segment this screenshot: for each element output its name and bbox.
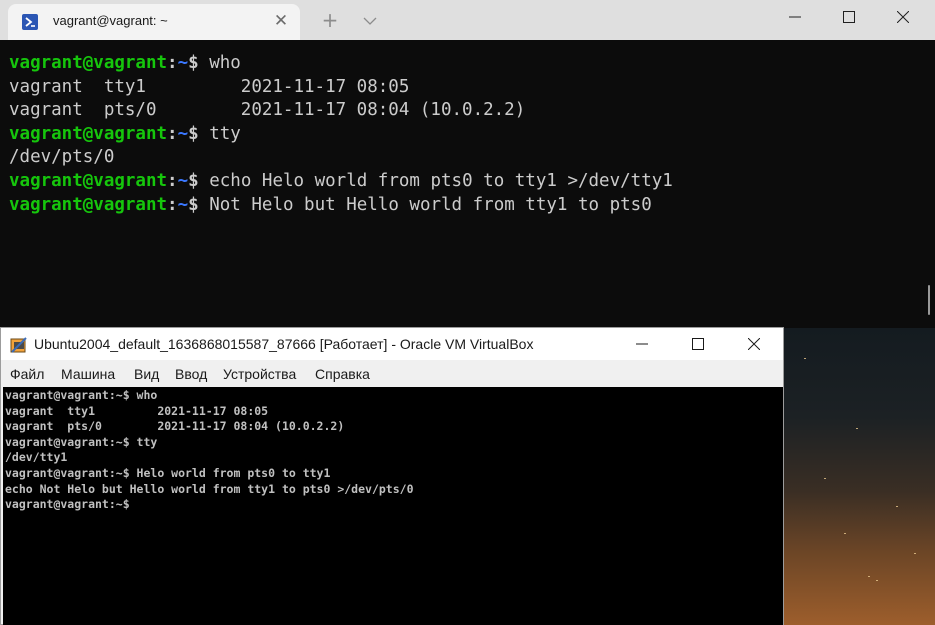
vm-console-line: /dev/tty1	[5, 450, 68, 465]
prompt-user: vagrant@vagrant	[9, 170, 168, 191]
virtualbox-menubar: Файл Машина Вид Ввод Устройства Справка	[1, 360, 783, 386]
tab-close-button[interactable]: ✕	[272, 12, 290, 30]
virtualbox-window: Ubuntu2004_default_1636868015587_87666 […	[0, 327, 784, 625]
menu-input[interactable]: Ввод	[175, 366, 207, 382]
prompt-user: vagrant@vagrant	[9, 194, 168, 215]
vm-console-lines: vagrant@vagrant:~$ who vagrant tty1 2021-…	[5, 388, 414, 513]
prompt-colon: :	[167, 170, 178, 191]
terminal-output-line: vagrant tty1 2021-11-17 08:05	[9, 76, 410, 97]
terminal-titlebar[interactable]: vagrant@vagrant: ~ ✕ +	[0, 0, 935, 40]
prompt-colon: :	[167, 194, 178, 215]
terminal-tab-title: vagrant@vagrant: ~	[53, 13, 168, 28]
menu-devices[interactable]: Устройства	[223, 366, 296, 382]
menu-view[interactable]: Вид	[134, 366, 159, 382]
terminal-prompt-line: vagrant@vagrant:~$ tty	[9, 123, 673, 147]
tab-dropdown-button[interactable]	[356, 6, 384, 34]
menu-help[interactable]: Справка	[315, 366, 370, 382]
virtualbox-maximize-button[interactable]	[669, 328, 727, 360]
desktop-wallpaper	[784, 328, 935, 625]
chevron-down-icon	[363, 17, 377, 25]
close-icon	[748, 338, 760, 350]
minimize-icon	[789, 16, 801, 18]
vm-console-screen[interactable]: vagrant@vagrant:~$ who vagrant tty1 2021-…	[3, 387, 783, 625]
virtualbox-titlebar[interactable]: Ubuntu2004_default_1636868015587_87666 […	[1, 328, 783, 360]
vm-console-line: vagrant pts/0 2021-11-17 08:04 (10.0.2.2…	[5, 419, 345, 434]
terminal-prompt-line: vagrant@vagrant:~$ Not Helo but Hello wo…	[9, 194, 673, 218]
vm-console-line: vagrant@vagrant:~$	[5, 497, 130, 512]
menu-machine[interactable]: Машина	[61, 366, 115, 382]
terminal-output-line: vagrant pts/0 2021-11-17 08:04 (10.0.2.2…	[9, 100, 526, 121]
maximize-icon	[692, 338, 704, 350]
virtualbox-minimize-button[interactable]	[613, 328, 671, 360]
vm-console-line: vagrant@vagrant:~$ tty	[5, 434, 158, 449]
prompt-user: vagrant@vagrant	[9, 53, 168, 73]
new-tab-button[interactable]: +	[316, 6, 344, 34]
powershell-terminal-icon	[22, 14, 38, 30]
terminal-minimize-button[interactable]	[772, 0, 818, 36]
prompt-sign: $	[188, 53, 199, 73]
prompt-path: ~	[177, 194, 189, 215]
terminal-lines: vagrant@vagrant:~$ who vagrant tty1 2021-…	[9, 52, 673, 217]
desktop-screen: vagrant@vagrant: ~ ✕ + vagrant@vagrant:~…	[0, 0, 935, 625]
terminal-command: Not Helo but Hello world from tty1 to pt…	[198, 194, 652, 215]
prompt-colon: :	[167, 53, 178, 73]
terminal-tab[interactable]: vagrant@vagrant: ~ ✕	[8, 4, 300, 40]
maximize-icon	[843, 11, 855, 23]
minimize-icon	[636, 343, 648, 345]
prompt-path: ~	[177, 170, 189, 191]
vm-console-line: vagrant@vagrant:~$ who	[5, 388, 158, 402]
prompt-sign: $	[188, 123, 199, 144]
vm-console-line: vagrant@vagrant:~$ Helo world from pts0 …	[5, 465, 331, 480]
terminal-scrollbar[interactable]	[928, 285, 930, 315]
virtualbox-close-button[interactable]	[725, 328, 783, 360]
prompt-sign: $	[188, 170, 199, 191]
terminal-command: tty	[198, 123, 241, 144]
prompt-user: vagrant@vagrant	[9, 123, 168, 144]
terminal-prompt-line: vagrant@vagrant:~$ echo Helo world from …	[9, 170, 673, 194]
terminal-command: echo Helo world from pts0 to tty1 >/dev/…	[198, 170, 673, 191]
prompt-sign: $	[188, 194, 199, 215]
terminal-prompt-line: vagrant@vagrant:~$ who	[9, 52, 673, 76]
prompt-path: ~	[177, 123, 189, 144]
terminal-output-line: /dev/pts/0	[9, 147, 115, 168]
vm-console-line: echo Not Helo but Hello world from tty1 …	[5, 481, 414, 496]
virtualbox-window-title: Ubuntu2004_default_1636868015587_87666 […	[34, 336, 534, 352]
menu-file[interactable]: Файл	[10, 366, 44, 382]
prompt-path: ~	[177, 53, 189, 73]
terminal-command: who	[198, 53, 241, 73]
terminal-maximize-button[interactable]	[826, 0, 872, 36]
terminal-close-button[interactable]	[880, 0, 926, 36]
virtualbox-icon	[10, 337, 27, 353]
close-icon	[897, 11, 909, 23]
vm-console-line: vagrant tty1 2021-11-17 08:05	[5, 403, 269, 418]
prompt-colon: :	[167, 123, 178, 144]
